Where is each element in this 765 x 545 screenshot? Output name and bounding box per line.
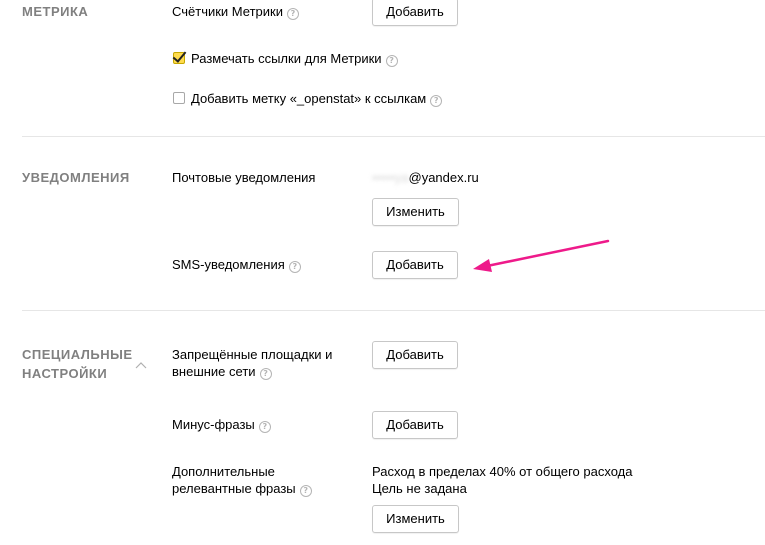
add-metrika-counter-button[interactable]: Добавить: [372, 0, 458, 26]
help-icon[interactable]: ?: [299, 485, 312, 497]
mark-links-checkbox[interactable]: [173, 52, 185, 64]
help-icon[interactable]: ?: [258, 421, 271, 433]
email-value: •••••ya@yandex.ru: [372, 169, 479, 186]
annotation-arrow-icon: [473, 239, 610, 272]
extra-relevant-value: Расход в пределах 40% от общего расхода …: [372, 463, 632, 497]
minus-phrases-label: Минус-фразы?: [172, 416, 271, 433]
section-divider: [22, 136, 765, 137]
forbidden-sites-label: Запрещённые площадки и внешние сети?: [172, 346, 332, 380]
section-title-metrika: МЕТРИКА: [22, 4, 89, 19]
forbidden-sites-line2: внешние сети: [172, 364, 256, 379]
mark-links-text: Размечать ссылки для Метрики: [191, 51, 382, 66]
help-icon[interactable]: ?: [430, 95, 443, 107]
section-title-special: СПЕЦИАЛЬНЫЕ НАСТРОЙКИ: [22, 345, 133, 383]
extra-relevant-line2-wrap: релевантные фразы?: [172, 480, 312, 497]
sms-notifications-label: SMS-уведомления?: [172, 256, 301, 273]
email-hidden-part: •••••ya: [372, 170, 409, 185]
add-sms-button[interactable]: Добавить: [372, 251, 458, 279]
help-icon[interactable]: ?: [286, 8, 299, 20]
forbidden-sites-line2-wrap: внешние сети?: [172, 363, 332, 380]
email-domain: @yandex.ru: [408, 170, 479, 185]
add-forbidden-sites-button[interactable]: Добавить: [372, 341, 458, 369]
section-divider: [22, 310, 765, 311]
sms-label-text: SMS-уведомления: [172, 257, 285, 272]
metrika-counters-text: Счётчики Метрики: [172, 4, 283, 19]
extra-relevant-line2: релевантные фразы: [172, 481, 296, 496]
email-notifications-label: Почтовые уведомления: [172, 170, 316, 185]
extra-relevant-value-line1: Расход в пределах 40% от общего расхода: [372, 464, 633, 479]
section-title-special-line2: НАСТРОЙКИ: [22, 366, 108, 381]
extra-relevant-line1: Дополнительные: [172, 464, 275, 479]
help-icon[interactable]: ?: [288, 261, 301, 273]
minus-phrases-text: Минус-фразы: [172, 417, 255, 432]
add-minus-phrases-button[interactable]: Добавить: [372, 411, 458, 439]
section-title-notifications: УВЕДОМЛЕНИЯ: [22, 170, 130, 185]
openstat-checkbox[interactable]: [173, 92, 185, 104]
mark-links-label: Размечать ссылки для Метрики?: [191, 50, 398, 67]
extra-relevant-value-line2: Цель не задана: [372, 481, 467, 496]
openstat-text: Добавить метку «_openstat» к ссылкам: [191, 91, 427, 106]
section-title-special-line1: СПЕЦИАЛЬНЫЕ: [22, 347, 133, 362]
metrika-counters-label: Счётчики Метрики?: [172, 3, 299, 20]
help-icon[interactable]: ?: [259, 368, 272, 380]
collapse-chevron-up-icon[interactable]: [135, 361, 147, 369]
change-extra-relevant-button[interactable]: Изменить: [372, 505, 459, 533]
change-email-button[interactable]: Изменить: [372, 198, 459, 226]
openstat-label: Добавить метку «_openstat» к ссылкам?: [191, 90, 443, 107]
forbidden-sites-line1: Запрещённые площадки и: [172, 347, 333, 362]
help-icon[interactable]: ?: [385, 55, 398, 67]
extra-relevant-phrases-label: Дополнительные релевантные фразы?: [172, 463, 312, 497]
